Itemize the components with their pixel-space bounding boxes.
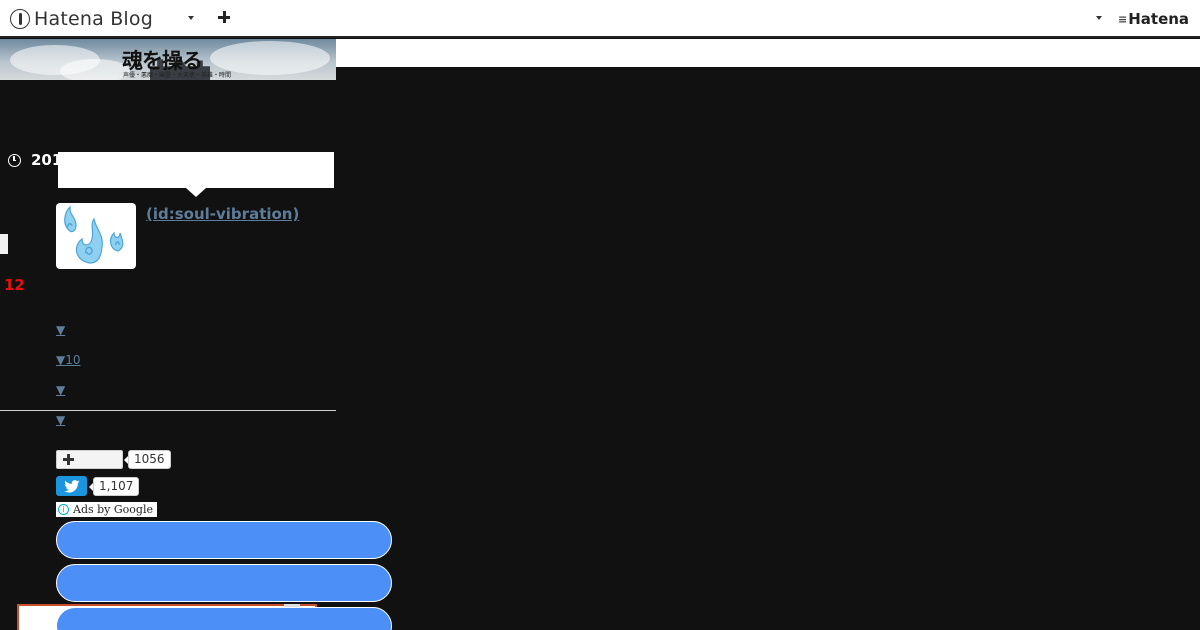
plus-icon bbox=[63, 454, 74, 465]
ad-link-button[interactable] bbox=[56, 564, 392, 602]
profile-popup bbox=[58, 152, 334, 188]
hatena-wing-icon: ≡ bbox=[1118, 12, 1127, 26]
hatena-brand-link[interactable]: ≡ Hatena bbox=[1118, 10, 1189, 28]
logo-icon bbox=[10, 9, 30, 29]
blog-header-image[interactable]: 魂を操る 声優・悪魔・幽霊・大天使・英雄・時間 bbox=[0, 39, 336, 80]
section-divider bbox=[0, 410, 336, 411]
author-id-link[interactable]: (id:soul-vibration) bbox=[146, 205, 299, 223]
highlight-number: 12 bbox=[4, 276, 25, 294]
logo-text: Hatena Blog bbox=[34, 8, 153, 30]
hatena-brand-text: Hatena bbox=[1128, 10, 1190, 28]
bookmark-count[interactable]: 1056 bbox=[124, 450, 171, 469]
blog-subtitle-art: 声優・悪魔・幽霊・大天使・英雄・時間 bbox=[123, 72, 232, 79]
header-strip bbox=[336, 39, 1200, 67]
tweet-count[interactable]: 1,107 bbox=[88, 477, 140, 496]
global-header: Hatena Blog ≡ Hatena bbox=[0, 0, 1200, 38]
plus-icon[interactable] bbox=[218, 11, 230, 23]
chevron-down-icon[interactable] bbox=[188, 16, 194, 20]
ad-link-button[interactable] bbox=[56, 607, 392, 630]
ads-label-text: Ads by Google bbox=[73, 503, 153, 516]
archive-toggle[interactable]: ▼ bbox=[56, 413, 65, 427]
author-avatar[interactable] bbox=[56, 203, 136, 269]
clock-icon bbox=[8, 153, 21, 167]
hatena-bookmark-button[interactable] bbox=[56, 450, 123, 469]
info-icon: i bbox=[58, 504, 69, 515]
side-tab[interactable] bbox=[0, 234, 8, 254]
ads-by-google-label[interactable]: i Ads by Google bbox=[56, 502, 157, 517]
archive-toggle[interactable]: ▼ bbox=[56, 383, 65, 397]
archive-toggle[interactable]: ▼ bbox=[56, 323, 65, 337]
entry-date: 201 bbox=[8, 151, 62, 169]
twitter-icon bbox=[63, 479, 80, 492]
archive-toggle[interactable]: ▼10 bbox=[56, 353, 81, 367]
ad-link-button[interactable] bbox=[56, 521, 392, 559]
popup-arrow bbox=[186, 188, 206, 197]
twitter-share-button[interactable] bbox=[56, 476, 87, 496]
chevron-down-icon[interactable] bbox=[1096, 16, 1102, 20]
hatena-blog-logo[interactable]: Hatena Blog bbox=[10, 7, 153, 31]
